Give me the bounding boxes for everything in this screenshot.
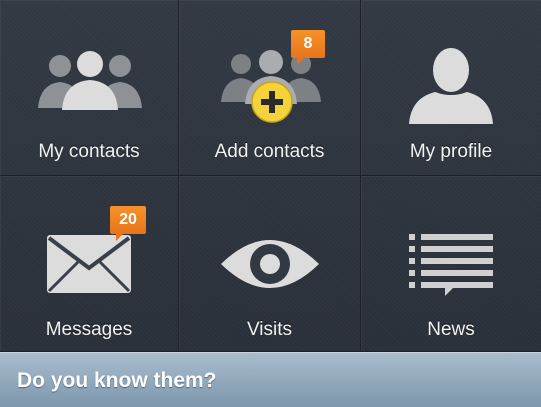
- tile-label: Messages: [45, 319, 133, 340]
- tile-label: Visits: [246, 319, 293, 340]
- news-list-icon: [409, 234, 493, 296]
- tile-news[interactable]: News: [361, 176, 541, 352]
- tile-visits[interactable]: Visits: [179, 176, 361, 352]
- suggestions-title: Do you know them?: [17, 369, 217, 392]
- tile-label: My profile: [409, 141, 493, 162]
- add-contacts-icon: [221, 50, 321, 123]
- dashboard-grid: My contacts 8 Add contacts My profile 20…: [0, 0, 541, 352]
- messages-badge: 20: [110, 206, 146, 241]
- tile-label: Add contacts: [214, 141, 325, 162]
- add-contacts-badge: 8: [291, 30, 325, 65]
- tile-my-profile[interactable]: My profile: [361, 0, 541, 176]
- profile-icon: [409, 48, 493, 124]
- tile-label: My contacts: [38, 141, 140, 162]
- tile-add-contacts[interactable]: 8 Add contacts: [179, 0, 361, 176]
- envelope-icon: [47, 235, 131, 293]
- tile-messages[interactable]: 20 Messages: [0, 176, 179, 352]
- tile-my-contacts[interactable]: My contacts: [0, 0, 179, 176]
- contacts-icon: [38, 51, 142, 110]
- eye-icon: [221, 240, 319, 288]
- tile-label: News: [427, 319, 475, 340]
- suggestions-bar[interactable]: Do you know them?: [0, 352, 541, 407]
